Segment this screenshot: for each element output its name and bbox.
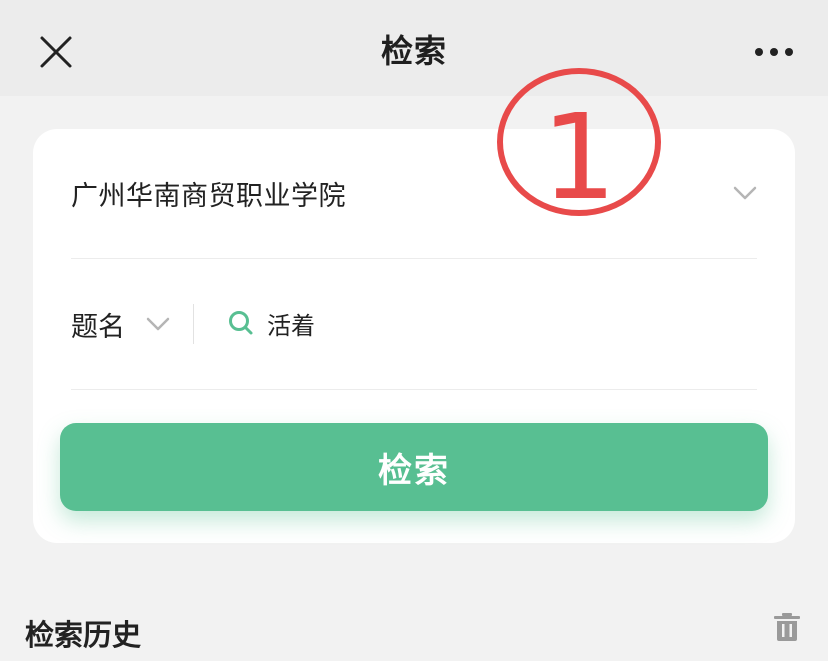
field-divider	[193, 304, 194, 344]
field-selector-label: 题名	[71, 311, 125, 343]
chevron-down-icon	[733, 186, 757, 200]
school-name: 广州华南商贸职业学院	[71, 181, 346, 212]
chevron-down-icon	[146, 317, 170, 331]
page-title: 检索	[380, 32, 447, 70]
trash-icon	[774, 613, 800, 641]
search-input[interactable]	[267, 303, 747, 343]
field-selector[interactable]: 题名	[71, 304, 171, 344]
more-button[interactable]	[748, 28, 800, 76]
clear-history-button[interactable]	[770, 610, 804, 644]
search-row: 题名	[71, 259, 757, 390]
top-bar: 检索	[0, 0, 828, 96]
search-card: 广州华南商贸职业学院 题名 检索	[33, 129, 795, 543]
school-selector[interactable]: 广州华南商贸职业学院	[71, 129, 757, 259]
search-icon	[229, 311, 253, 335]
more-horizontal-icon	[755, 48, 793, 56]
history-title: 检索历史	[25, 618, 142, 652]
search-button[interactable]: 检索	[60, 423, 768, 511]
